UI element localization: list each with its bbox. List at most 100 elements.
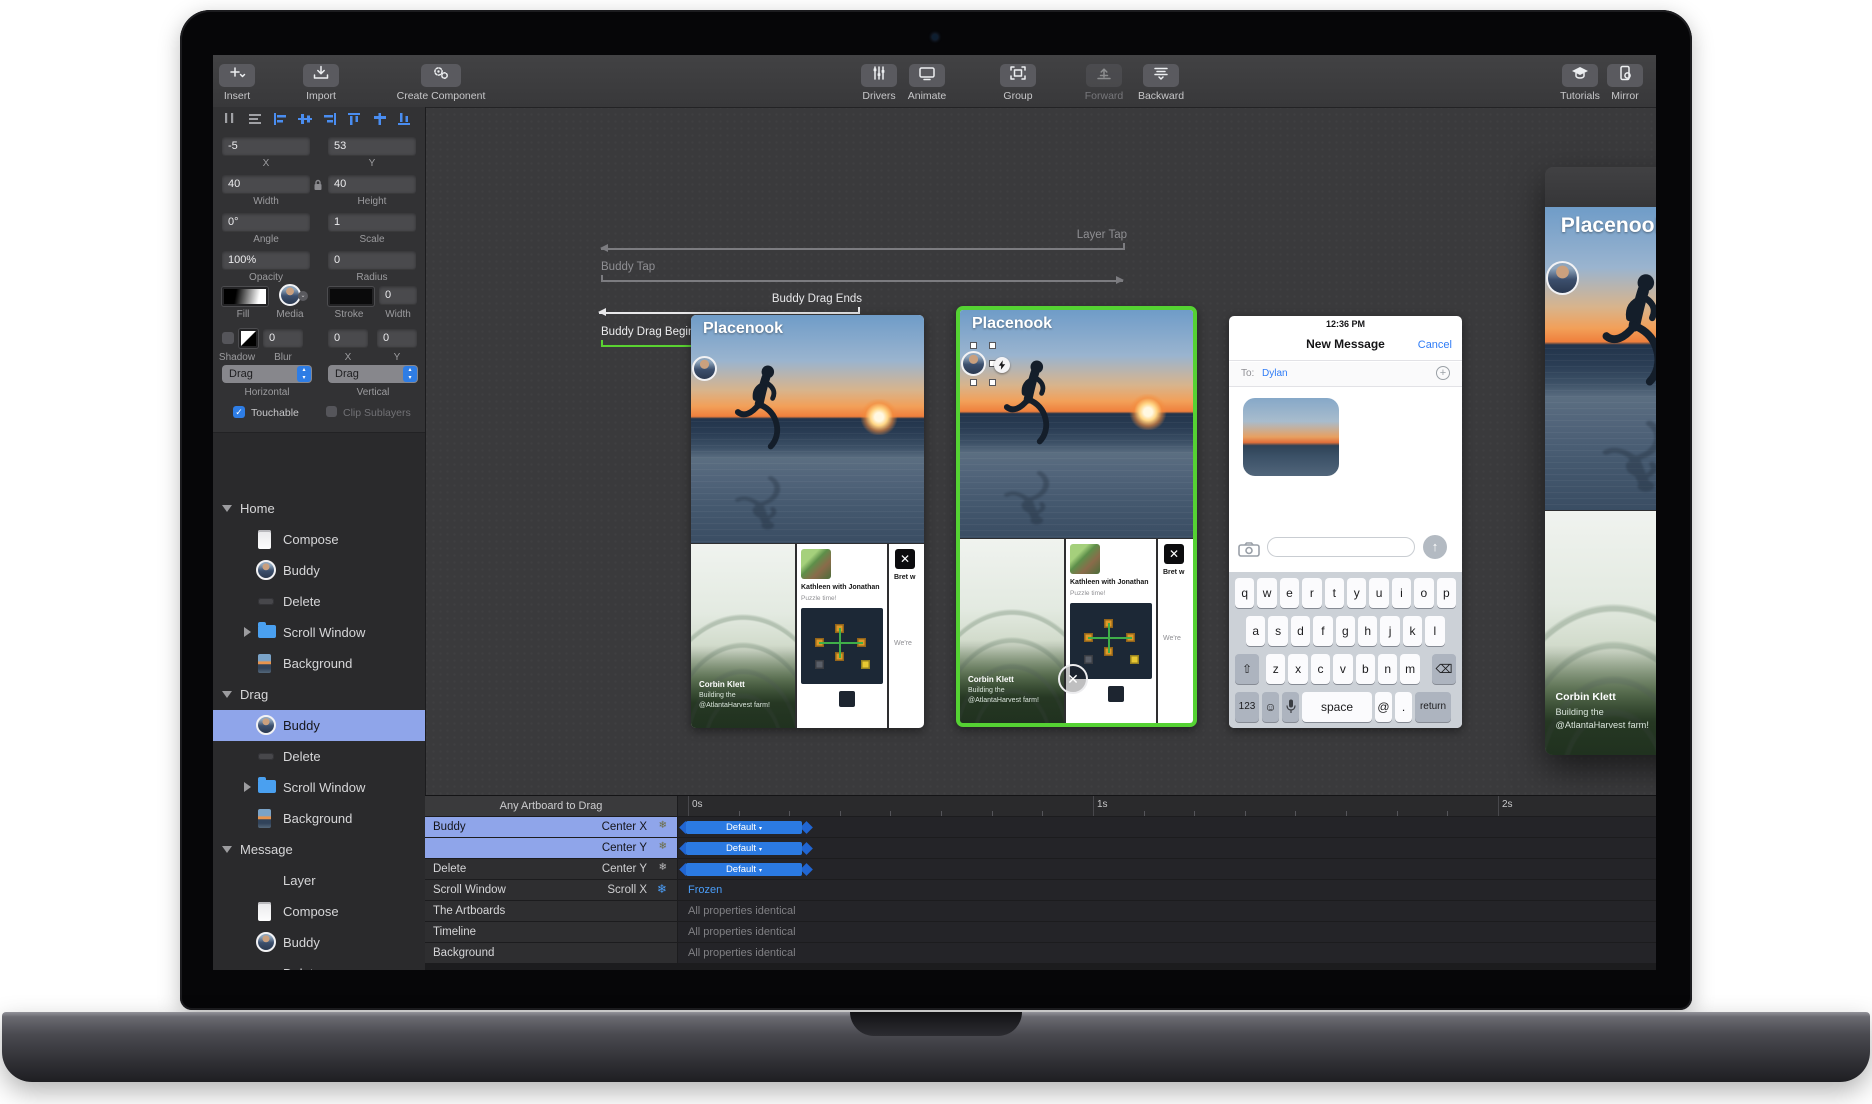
key-w[interactable]: w [1257, 578, 1276, 608]
timeline-row-left[interactable]: Timeline [425, 922, 677, 942]
selection-handle[interactable] [989, 379, 996, 386]
annotation-label-buddy-drag-ends[interactable]: Buddy Drag Ends [772, 293, 862, 305]
align-top-icon[interactable] [346, 111, 364, 127]
freeze-icon[interactable]: ❄ [659, 862, 667, 873]
key-q[interactable]: q [1235, 578, 1254, 608]
key-f[interactable]: f [1313, 616, 1332, 646]
key-e[interactable]: e [1280, 578, 1299, 608]
selection-handle[interactable] [970, 342, 977, 349]
opacity-field[interactable]: 100% [222, 251, 310, 269]
align-horizontal-center-icon[interactable] [371, 111, 389, 127]
layer-item-delete[interactable]: Delete [213, 586, 425, 617]
layer-item-background[interactable]: Background [213, 803, 425, 834]
key-m[interactable]: m [1400, 654, 1419, 684]
key-@[interactable]: @ [1375, 692, 1392, 722]
animation-pill[interactable]: Default▾ [686, 863, 802, 876]
key-.[interactable]: . [1395, 692, 1412, 722]
layer-item-background[interactable]: Background [213, 648, 425, 679]
artboard-message[interactable]: 12:36 PMNew MessageCancelTo:Dylan+↑qwert… [1229, 316, 1462, 728]
align-text-icon[interactable] [246, 111, 264, 127]
import-button[interactable] [303, 64, 339, 87]
freeze-icon[interactable]: ❄ [659, 841, 667, 852]
align-bottom-icon[interactable] [396, 111, 414, 127]
key-o[interactable]: o [1414, 578, 1433, 608]
align-vertical-center-icon[interactable] [296, 111, 314, 127]
key-d[interactable]: d [1291, 616, 1310, 646]
key-t[interactable]: t [1325, 578, 1344, 608]
group-button[interactable] [1000, 64, 1036, 87]
key-z[interactable]: z [1266, 654, 1285, 684]
height-field[interactable]: 40 [328, 175, 416, 193]
annotation-label-buddy-drag-begins[interactable]: Buddy Drag Begins [601, 326, 700, 338]
key-x[interactable]: x [1288, 654, 1307, 684]
clip-sublayers-checkbox[interactable] [326, 406, 337, 417]
shadow-x-field[interactable]: 0 [328, 329, 368, 347]
key-s[interactable]: s [1268, 616, 1287, 646]
timeline-row-left[interactable]: Background [425, 943, 677, 963]
backward-button[interactable] [1143, 64, 1179, 87]
layer-item-buddy[interactable]: Buddy [213, 555, 425, 586]
animate-button[interactable] [909, 64, 945, 87]
layer-group-home[interactable]: Home [213, 493, 425, 524]
timeline-row-lane[interactable]: Frozen [678, 880, 1656, 900]
timeline-row-lane[interactable]: Default▾ [678, 859, 1656, 879]
timeline-row-lane[interactable]: Default▾ [678, 838, 1656, 858]
timeline-row-left[interactable]: BuddyCenter X❄ [425, 817, 677, 837]
timeline-row-left[interactable]: Scroll WindowScroll X❄ [425, 880, 677, 900]
scale-field[interactable]: 1 [328, 213, 416, 231]
shadow-swatch[interactable] [239, 329, 258, 348]
drag-horizontal-select[interactable]: Drag▴▾ [222, 365, 312, 383]
key-shift[interactable]: ⇧ [1235, 654, 1259, 684]
fill-swatch[interactable] [222, 287, 268, 306]
timeline-row-lane[interactable]: All properties identical [678, 922, 1656, 942]
timeline-row-left[interactable]: The Artboards [425, 901, 677, 921]
insert-button[interactable] [219, 64, 255, 87]
layer-group-message[interactable]: Message [213, 834, 425, 865]
key-v[interactable]: v [1333, 654, 1352, 684]
timeline-row-left[interactable]: DeleteCenter Y❄ [425, 859, 677, 879]
select-stepper-icon[interactable]: ▴▾ [403, 366, 417, 382]
key-l[interactable]: l [1425, 616, 1444, 646]
key-h[interactable]: h [1358, 616, 1377, 646]
width-field[interactable]: 40 [222, 175, 310, 193]
layer-item-layer[interactable]: Layer [213, 865, 425, 896]
key-123[interactable]: 123 [1235, 692, 1259, 722]
freeze-icon[interactable]: ❄ [657, 882, 667, 896]
select-stepper-icon[interactable]: ▴▾ [297, 366, 311, 382]
key-backspace[interactable]: ⌫ [1432, 654, 1456, 684]
layer-item-compose[interactable]: Compose [213, 524, 425, 555]
align-left-icon[interactable] [271, 111, 289, 127]
layer-item-delete[interactable]: Delete [213, 741, 425, 772]
layer-item-scroll-window[interactable]: Scroll Window [213, 772, 425, 803]
key-y[interactable]: y [1347, 578, 1366, 608]
selection-handle[interactable] [989, 342, 996, 349]
annotation-label-layer-tap[interactable]: Layer Tap [1077, 229, 1127, 241]
message-input[interactable] [1267, 537, 1415, 557]
key-r[interactable]: r [1302, 578, 1321, 608]
blur-field[interactable]: 0 [263, 329, 303, 347]
timeline-row-lane[interactable]: Default▾ [678, 817, 1656, 837]
y-field[interactable]: 53 [328, 137, 416, 155]
annotation-label-buddy-tap[interactable]: Buddy Tap [601, 261, 655, 273]
stroke-width-field[interactable]: 0 [379, 286, 417, 304]
layer-group-drag[interactable]: Drag [213, 679, 425, 710]
shadow-y-field[interactable]: 0 [377, 329, 417, 347]
angle-field[interactable]: 0° [222, 213, 310, 231]
disclosure-down-icon[interactable] [222, 691, 232, 698]
disclosure-down-icon[interactable] [222, 505, 232, 512]
key-mic[interactable] [1282, 692, 1299, 722]
layer-item-buddy[interactable]: Buddy [213, 927, 425, 958]
layer-item-delete[interactable]: Delete [213, 958, 425, 970]
timeline-row-lane[interactable]: All properties identical [678, 901, 1656, 921]
layer-item-buddy[interactable]: Buddy [213, 710, 425, 741]
mirror-button[interactable] [1607, 64, 1643, 87]
add-contact-icon[interactable]: + [1436, 366, 1450, 380]
key-b[interactable]: b [1356, 654, 1375, 684]
layer-item-compose[interactable]: Compose [213, 896, 425, 927]
disclosure-right-icon[interactable] [244, 782, 251, 792]
media-chevron-icon[interactable]: ⌄ [298, 291, 308, 301]
disclosure-right-icon[interactable] [244, 627, 251, 637]
key-a[interactable]: a [1246, 616, 1265, 646]
distribute-horizontal-icon[interactable] [221, 111, 239, 127]
x-field[interactable]: -5 [222, 137, 310, 155]
